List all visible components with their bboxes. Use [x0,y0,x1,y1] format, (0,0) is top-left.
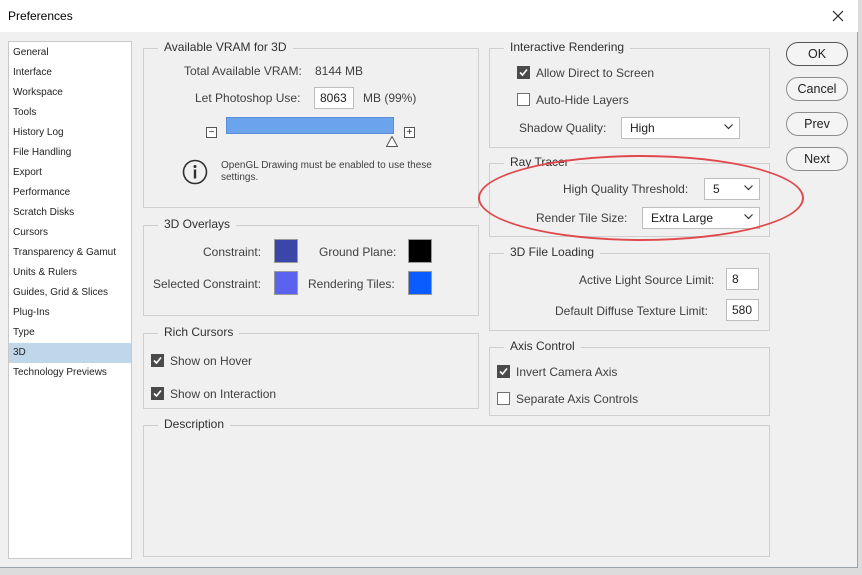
sidebar-item[interactable]: Interface [9,63,131,83]
render-tile-size-label: Render Tile Size: [536,211,628,225]
title-bar: Preferences [0,0,858,32]
chevron-down-icon [724,124,733,130]
category-list: General Interface Workspace Tools History Lo… [8,41,132,559]
quality-threshold-select[interactable]: 5 [704,178,760,200]
sidebar-item[interactable]: Technology Previews [9,363,131,383]
show-on-hover-label[interactable]: Show on Hover [170,354,252,368]
close-icon [832,10,844,22]
render-tile-size-select[interactable]: Extra Large [642,207,760,229]
vram-use-unit: MB (99%) [363,91,417,105]
sidebar-item[interactable]: Cursors [9,223,131,243]
sidebar-item[interactable]: History Log [9,123,131,143]
allow-direct-label[interactable]: Allow Direct to Screen [536,66,654,80]
rendering-tiles-color-swatch[interactable] [408,271,432,295]
checkmark-icon [153,356,162,365]
vram-decrease-button[interactable]: − [206,127,217,138]
slider-thumb-icon[interactable] [386,136,399,147]
show-on-interaction-checkbox[interactable] [151,387,164,400]
window-title: Preferences [8,9,73,23]
vram-use-input[interactable]: 8063 [314,87,354,109]
preferences-window: Preferences General Interface Workspace Too… [0,0,858,568]
description-group: Description [143,417,770,557]
cancel-button[interactable]: Cancel [786,77,848,101]
checkmark-icon [519,68,528,77]
sidebar-item[interactable]: 3D [9,343,131,363]
next-button[interactable]: Next [786,147,848,171]
ground-plane-label: Ground Plane: [319,245,397,259]
sidebar-item[interactable]: Guides, Grid & Slices [9,283,131,303]
constraint-color-swatch[interactable] [274,239,298,263]
chevron-down-icon [744,185,753,191]
sidebar-item[interactable]: Plug-Ins [9,303,131,323]
vram-slider-track[interactable] [226,117,394,134]
ok-button[interactable]: OK [786,42,848,66]
opengl-info-line1: OpenGL Drawing must be enabled to use th… [221,160,432,171]
sidebar-item[interactable]: Workspace [9,83,131,103]
sidebar-item[interactable]: Transparency & Gamut [9,243,131,263]
vram-increase-button[interactable]: + [404,127,415,138]
checkmark-icon [499,367,508,376]
light-source-limit-input[interactable]: 8 [726,268,759,290]
rich-cursors-title: Rich Cursors [158,325,240,339]
axis-control-title: Axis Control [504,339,581,353]
quality-threshold-label: High Quality Threshold: [563,182,689,196]
photoshop-use-label: Let Photoshop Use: [195,91,301,105]
selected-constraint-color-swatch[interactable] [274,271,298,295]
file-loading-title: 3D File Loading [504,245,601,259]
sidebar-item[interactable]: Performance [9,183,131,203]
shadow-quality-label: Shadow Quality: [519,121,607,135]
sidebar-item[interactable]: Tools [9,103,131,123]
shadow-quality-value: High [630,121,655,135]
interactive-rendering-title: Interactive Rendering [504,40,631,54]
overlays-title: 3D Overlays [158,217,237,231]
constraint-label: Constraint: [203,245,262,259]
show-on-hover-checkbox[interactable] [151,354,164,367]
auto-hide-layers-checkbox[interactable] [517,93,530,106]
ground-plane-color-swatch[interactable] [408,239,432,263]
close-button[interactable] [818,0,858,32]
separate-axis-checkbox[interactable] [497,392,510,405]
sidebar-item[interactable]: General [9,43,131,63]
auto-hide-layers-label[interactable]: Auto-Hide Layers [536,93,629,107]
rendering-tiles-label: Rendering Tiles: [308,277,395,291]
invert-camera-axis-checkbox[interactable] [497,365,510,378]
sidebar-item[interactable]: File Handling [9,143,131,163]
sidebar-item[interactable]: Type [9,323,131,343]
info-icon [182,159,208,185]
opengl-info-line2: settings. [221,172,259,183]
chevron-down-icon [744,214,753,220]
description-title: Description [158,417,231,431]
sidebar-item[interactable]: Units & Rulers [9,263,131,283]
render-tile-size-value: Extra Large [651,211,714,225]
sidebar-item[interactable]: Export [9,163,131,183]
light-source-limit-label: Active Light Source Limit: [579,273,715,287]
ray-tracer-title: Ray Tracer [504,155,575,169]
prev-button[interactable]: Prev [786,112,848,136]
vram-title: Available VRAM for 3D [158,40,293,54]
checkmark-icon [153,389,162,398]
total-vram-label: Total Available VRAM: [184,64,302,78]
quality-threshold-value: 5 [713,182,720,196]
sidebar-item[interactable]: Scratch Disks [9,203,131,223]
diffuse-texture-limit-label: Default Diffuse Texture Limit: [555,304,708,318]
selected-constraint-label: Selected Constraint: [153,277,262,291]
total-vram-value: 8144 MB [315,64,364,78]
allow-direct-checkbox[interactable] [517,66,530,79]
separate-axis-label[interactable]: Separate Axis Controls [516,392,638,406]
shadow-quality-select[interactable]: High [621,117,740,139]
show-on-interaction-label[interactable]: Show on Interaction [170,387,276,401]
diffuse-texture-limit-input[interactable]: 580 [726,299,759,321]
invert-camera-axis-label[interactable]: Invert Camera Axis [516,365,617,379]
